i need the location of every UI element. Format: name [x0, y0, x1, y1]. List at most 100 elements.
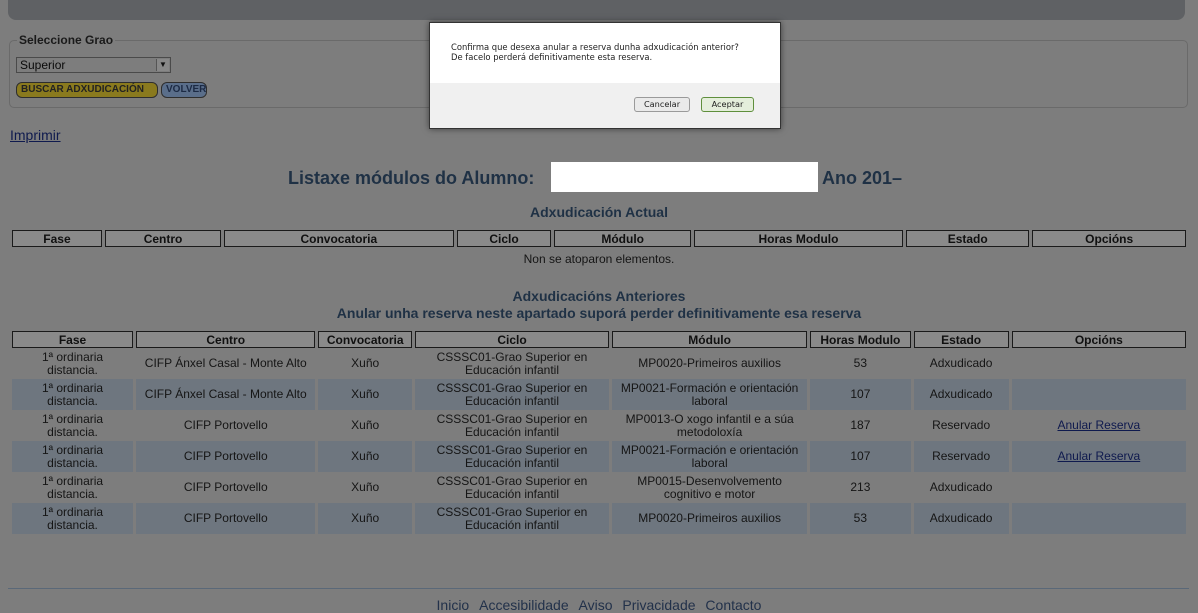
cell-convocatoria: Xuño — [318, 410, 412, 441]
cell-fase: 1ª ordinaria distancia. — [12, 348, 134, 379]
cell-opcions: Anular Reserva — [1011, 410, 1186, 441]
col-ciclo: Ciclo — [456, 230, 552, 247]
col-horas: Horas Modulo — [693, 230, 904, 247]
table-row: 1ª ordinaria distancia. CIFP Portovello … — [12, 441, 1186, 472]
col-horas: Horas Modulo — [810, 331, 911, 348]
anteriores-table: Fase Centro Convocatoria Ciclo Módulo Ho… — [9, 331, 1189, 534]
cell-centro: CIFP Ánxel Casal - Monte Alto — [136, 379, 316, 410]
page-title: Listaxe módulos do Alumno: — [288, 168, 535, 188]
footer-divider — [8, 588, 1189, 589]
grao-select[interactable]: Superior ▼ — [16, 57, 171, 73]
cell-fase: 1ª ordinaria distancia. — [12, 503, 134, 534]
cell-modulo: MP0021-Formación e orientación laboral — [612, 441, 808, 472]
footer-link-inicio[interactable]: Inicio — [437, 597, 470, 613]
dialog-message-line1: Confirma que desexa anular a reserva dun… — [451, 42, 739, 52]
cell-ciclo: CSSSC01-Grao Superior en Educación infan… — [414, 348, 610, 379]
cell-convocatoria: Xuño — [318, 348, 412, 379]
col-modulo: Módulo — [612, 331, 808, 348]
cell-estado: Adxudicado — [913, 379, 1009, 410]
confirm-dialog: Confirma que desexa anular a reserva dun… — [429, 22, 781, 129]
dialog-message-line2: De facelo perderá definitivamente esta r… — [451, 52, 653, 62]
top-bar — [8, 0, 1185, 20]
col-modulo: Módulo — [554, 230, 691, 247]
anteriores-warning: Anular unha reserva neste apartado supor… — [336, 305, 862, 321]
table-row: 1ª ordinaria distancia. CIFP Portovello … — [12, 410, 1186, 441]
cell-estado: Reservado — [913, 410, 1009, 441]
grao-select-value: Superior — [20, 58, 66, 72]
table-row: 1ª ordinaria distancia. CIFP Portovello … — [12, 472, 1186, 503]
cell-convocatoria: Xuño — [318, 441, 412, 472]
footer-link-aviso[interactable]: Aviso — [579, 597, 613, 613]
anular-reserva-link[interactable]: Anular Reserva — [1057, 418, 1140, 432]
cell-modulo: MP0021-Formación e orientación laboral — [612, 379, 808, 410]
col-convocatoria: Convocatoria — [224, 230, 454, 247]
cell-opcions — [1011, 348, 1186, 379]
cell-centro: CIFP Portovello — [136, 503, 316, 534]
anteriores-header-row: Fase Centro Convocatoria Ciclo Módulo Ho… — [12, 331, 1186, 348]
cell-opcions — [1011, 379, 1186, 410]
col-estado: Estado — [906, 230, 1030, 247]
cell-modulo: MP0020-Primeiros auxilios — [612, 503, 808, 534]
col-fase: Fase — [12, 331, 134, 348]
cell-modulo: MP0015-Desenvolvemento cognitivo e motor — [612, 472, 808, 503]
year-label: Ano 201– — [822, 168, 903, 188]
cell-ciclo: CSSSC01-Grao Superior en Educación infan… — [414, 441, 610, 472]
cell-estado: Adxudicado — [913, 503, 1009, 534]
cell-ciclo: CSSSC01-Grao Superior en Educación infan… — [414, 472, 610, 503]
table-row: 1ª ordinaria distancia. CIFP Ánxel Casal… — [12, 379, 1186, 410]
cell-centro: CIFP Ánxel Casal - Monte Alto — [136, 348, 316, 379]
footer: Inicio Accesibilidade Aviso Privacidade … — [0, 597, 1198, 613]
imprimir-link[interactable]: Imprimir — [10, 127, 61, 143]
footer-link-contacto[interactable]: Contacto — [705, 597, 761, 613]
cell-ciclo: CSSSC01-Grao Superior en Educación infan… — [414, 379, 610, 410]
table-row: 1ª ordinaria distancia. CIFP Portovello … — [12, 503, 1186, 534]
cell-fase: 1ª ordinaria distancia. — [12, 379, 134, 410]
cell-modulo: MP0020-Primeiros auxilios — [612, 348, 808, 379]
dialog-footer: Cancelar Aceptar — [430, 83, 780, 128]
cell-horas: 107 — [810, 379, 911, 410]
cell-estado: Adxudicado — [913, 472, 1009, 503]
cell-horas: 107 — [810, 441, 911, 472]
dialog-message: Confirma que desexa anular a reserva dun… — [430, 23, 780, 62]
cell-opcions — [1011, 472, 1186, 503]
cancel-button[interactable]: Cancelar — [634, 97, 690, 112]
cell-opcions: Anular Reserva — [1011, 441, 1186, 472]
cell-centro: CIFP Portovello — [136, 410, 316, 441]
cell-horas: 53 — [810, 503, 911, 534]
volver-button[interactable]: VOLVER — [161, 82, 207, 98]
panel-legend: Seleccione Grao — [17, 33, 116, 47]
cell-horas: 53 — [810, 348, 911, 379]
table-row: 1ª ordinaria distancia. CIFP Ánxel Casal… — [12, 348, 1186, 379]
cell-ciclo: CSSSC01-Grao Superior en Educación infan… — [414, 410, 610, 441]
col-centro: Centro — [104, 230, 222, 247]
accept-button[interactable]: Aceptar — [701, 97, 754, 112]
col-opcions: Opcións — [1032, 230, 1186, 247]
col-centro: Centro — [136, 331, 316, 348]
col-convocatoria: Convocatoria — [318, 331, 412, 348]
cell-centro: CIFP Portovello — [136, 472, 316, 503]
chevron-down-icon[interactable]: ▼ — [156, 59, 169, 71]
cell-modulo: MP0013-O xogo infantil e a súa metodolox… — [612, 410, 808, 441]
col-estado: Estado — [913, 331, 1009, 348]
cell-convocatoria: Xuño — [318, 472, 412, 503]
col-fase: Fase — [12, 230, 102, 247]
anular-reserva-link[interactable]: Anular Reserva — [1057, 449, 1140, 463]
cell-estado: Reservado — [913, 441, 1009, 472]
col-ciclo: Ciclo — [414, 331, 610, 348]
cell-horas: 213 — [810, 472, 911, 503]
cell-estado: Adxudicado — [913, 348, 1009, 379]
cell-opcions — [1011, 503, 1186, 534]
cell-fase: 1ª ordinaria distancia. — [12, 472, 134, 503]
footer-link-privacidade[interactable]: Privacidade — [622, 597, 695, 613]
adxudicacions-anteriores-title: Adxudicacións Anteriores — [512, 288, 686, 304]
cell-ciclo: CSSSC01-Grao Superior en Educación infan… — [414, 503, 610, 534]
buscar-adxudicacion-button[interactable]: BUSCAR ADXUDICACIÓN — [16, 82, 158, 98]
adxudicacion-actual-title: Adxudicación Actual — [530, 204, 668, 220]
actual-header-row: Fase Centro Convocatoria Ciclo Módulo Ho… — [12, 230, 1186, 247]
cell-convocatoria: Xuño — [318, 379, 412, 410]
empty-message: Non se atoparon elementos. — [523, 252, 675, 266]
cell-fase: 1ª ordinaria distancia. — [12, 410, 134, 441]
cell-fase: 1ª ordinaria distancia. — [12, 441, 134, 472]
footer-link-accesibilidade[interactable]: Accesibilidade — [479, 597, 569, 613]
cell-horas: 187 — [810, 410, 911, 441]
